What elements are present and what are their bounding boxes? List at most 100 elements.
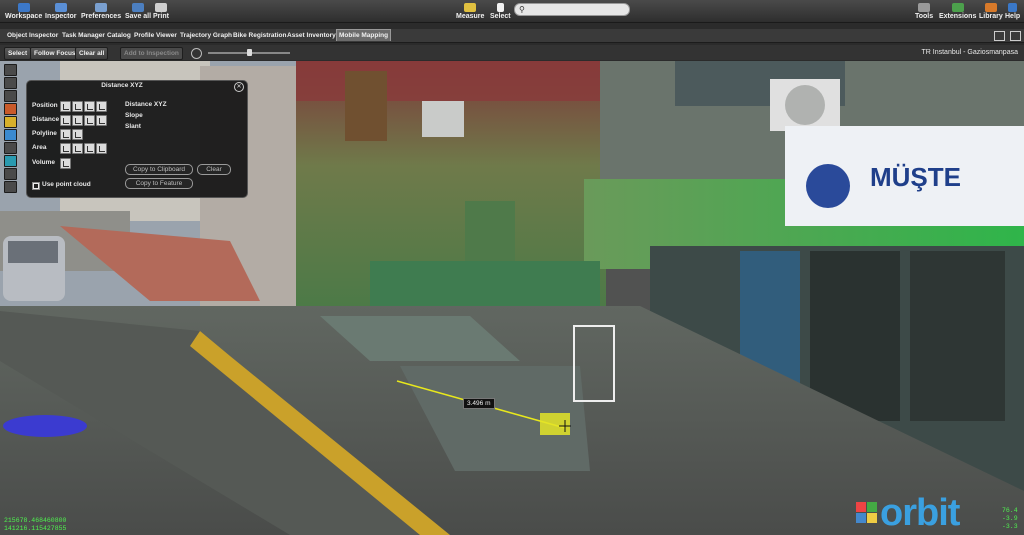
polyline-3d-icon[interactable] [72,129,83,140]
distance-xyz-icon[interactable] [60,115,71,126]
help-button[interactable]: Help [1005,1,1020,21]
area-circle-icon[interactable] [96,143,107,154]
pan-tool-icon[interactable] [4,77,17,89]
select-tool-label: Select [490,13,511,20]
readout-line-2: -3.9 [1002,515,1018,522]
close-icon[interactable]: ✕ [234,82,244,92]
inspector-button[interactable]: Inspector [45,1,77,21]
copy-feature-button[interactable]: Copy to Feature [125,178,193,189]
main-toolbar: Workspace Inspector Preferences Save all… [0,0,1024,23]
tab-profile-viewer[interactable]: Profile Viewer [132,30,179,41]
inspector-icon [54,3,67,12]
wrench-icon [918,3,931,12]
measurement-label: 3.496 m [463,398,495,409]
inspector-label: Inspector [45,13,77,20]
tab-bike-registration[interactable]: Bike Registration [231,30,288,41]
help-icon [1008,3,1018,12]
layer-tool-icon[interactable] [4,103,17,115]
slider-handle[interactable] [246,49,252,56]
grid-tool-icon[interactable] [4,168,17,180]
clear-all-button[interactable]: Clear all [75,47,109,60]
window-layout-icon[interactable] [994,31,1005,41]
distance-slope-icon[interactable] [96,115,107,126]
use-point-cloud-label: Use point cloud [42,181,91,188]
save-all-button[interactable]: Save all [125,1,151,21]
row-position: Position [32,102,58,109]
location-label: TR Instanbul - Gaziosmanpasa [921,49,1019,56]
position-height-icon[interactable] [72,101,83,112]
panel-title: Distance XYZ [101,82,143,89]
area-rect-icon[interactable] [84,143,95,154]
distance-xyz-panel: Distance XYZ ✕ Position Distance Polylin… [26,80,248,198]
brightness-slider[interactable] [208,49,290,56]
grid-layout-icon[interactable] [1010,31,1021,41]
follow-focus-button[interactable]: Follow Focus [30,47,80,60]
image-tool-icon[interactable] [4,129,17,141]
checkmark-icon [34,184,38,188]
preferences-button[interactable]: Preferences [81,1,121,21]
readout-line-1: 76.4 [1002,507,1018,514]
row-distance: Distance [32,116,60,123]
save-all-label: Save all [125,13,152,20]
view-tool-icon[interactable] [4,155,17,167]
workspace-button[interactable]: Workspace [5,1,42,21]
add-inspection-button[interactable]: Add to Inspection [120,47,183,60]
tab-catalog[interactable]: Catalog [105,30,133,41]
distance-vertical-icon[interactable] [84,115,95,126]
extensions-button[interactable]: Extensions [939,1,976,21]
volume-icon[interactable] [60,158,71,169]
preferences-label: Preferences [81,13,122,20]
measure-button[interactable]: Measure [456,1,484,21]
tab-bar: Object Inspector Task Manager Catalog Pr… [0,29,1024,43]
puzzle-icon [951,3,964,12]
measure-slope-label: Slope [125,112,143,119]
save-icon [132,3,145,12]
coordinate-y: 141216.115427855 [4,525,67,532]
tab-task-manager[interactable]: Task Manager [60,30,107,41]
search-icon: ⚲ [519,5,525,14]
ruler-icon [464,3,477,12]
library-label: Library [979,13,1003,20]
distance-horizontal-icon[interactable] [72,115,83,126]
print-button[interactable]: Print [153,1,169,21]
polyline-icon[interactable] [60,129,71,140]
measure-slant-label: Slant [125,123,141,130]
brightness-icon [191,48,202,59]
coordinate-x: 215678.468460800 [4,517,67,524]
position-surface-icon[interactable] [84,101,95,112]
print-label: Print [153,13,169,20]
settings-tool-icon[interactable] [4,181,17,193]
move-tool-icon[interactable] [4,64,17,76]
copy-clipboard-button[interactable]: Copy to Clipboard [125,164,193,175]
readout-line-3: -3.3 [1002,523,1018,530]
search-input[interactable]: ⚲ [514,3,630,16]
position-point-icon[interactable] [60,101,71,112]
use-point-cloud-checkbox[interactable] [32,182,40,190]
row-volume: Volume [32,159,55,166]
row-area: Area [32,144,47,151]
camera-tool-icon[interactable] [4,142,17,154]
extensions-label: Extensions [939,13,977,20]
tab-asset-inventory[interactable]: Asset Inventory [285,30,338,41]
help-label: Help [1005,13,1021,20]
book-icon [984,3,997,12]
library-button[interactable]: Library [979,1,1003,21]
globe-tool-icon[interactable] [4,90,17,102]
highlight-tool-icon[interactable] [4,116,17,128]
select-button[interactable]: Select [4,47,32,60]
tools-label: Tools [915,13,934,20]
area-icon[interactable] [60,143,71,154]
tab-mobile-mapping[interactable]: Mobile Mapping [336,29,392,41]
printer-icon [154,3,167,12]
svg-text:MÜŞTE: MÜŞTE [870,162,961,192]
position-edge-icon[interactable] [96,101,107,112]
tab-trajectory-graph[interactable]: Trajectory Graph [178,30,234,41]
select-tool-button[interactable]: Select [490,1,511,21]
tab-object-inspector[interactable]: Object Inspector [5,30,60,41]
clear-button[interactable]: Clear [197,164,231,175]
tools-button[interactable]: Tools [915,1,933,21]
right-readout: 76.4 -3.9 -3.3 [1002,507,1018,531]
mobile-mapping-toolbar: Select Follow Focus Clear all Add to Ins… [0,45,1024,60]
measure-label: Measure [456,13,485,20]
area-3d-icon[interactable] [72,143,83,154]
